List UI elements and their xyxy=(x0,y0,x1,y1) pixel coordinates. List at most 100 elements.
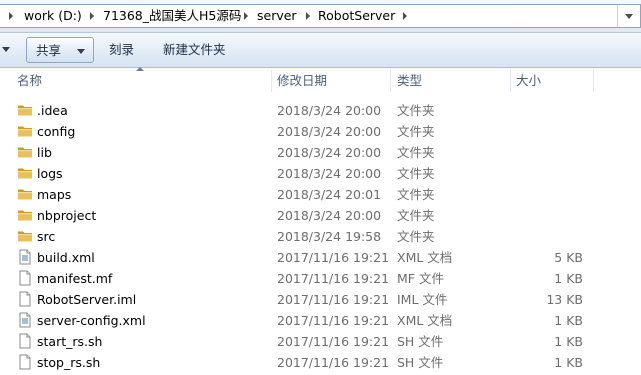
sort-ascending-icon xyxy=(136,67,144,71)
xml-file-icon xyxy=(17,249,33,265)
file-type: 文件夹 xyxy=(397,166,435,181)
file-name: config xyxy=(37,124,76,139)
breadcrumb[interactable]: work (D:) 71368_战国美人H5源码 server RobotSer… xyxy=(0,4,641,28)
file-modified-date: 2018/3/24 20:00 xyxy=(277,145,382,160)
file-row[interactable]: logs 2018/3/24 20:00 文件夹 xyxy=(0,163,641,184)
file-row[interactable]: manifest.mf 2017/11/16 19:21 MF 文件 1 KB xyxy=(0,268,641,289)
file-row[interactable]: build.xml 2017/11/16 19:21 XML 文档 5 KB xyxy=(0,247,641,268)
file-size: 13 KB xyxy=(546,292,583,307)
file-modified-date: 2017/11/16 19:21 xyxy=(277,334,390,349)
file-row[interactable]: stop_rs.sh 2017/11/16 19:21 SH 文件 1 KB xyxy=(0,352,641,373)
chevron-right-icon[interactable] xyxy=(403,12,407,20)
column-header-date[interactable]: 修改日期 xyxy=(277,68,327,94)
folder-icon xyxy=(17,123,33,139)
file-name: logs xyxy=(37,166,63,181)
share-button-label: 共享 xyxy=(36,43,62,58)
folder-icon xyxy=(17,102,33,118)
new-folder-button[interactable]: 新建文件夹 xyxy=(163,37,226,63)
file-name: build.xml xyxy=(37,250,95,265)
file-modified-date: 2018/3/24 20:00 xyxy=(277,208,382,223)
file-type: SH 文件 xyxy=(397,355,444,370)
share-button[interactable]: 共享 xyxy=(26,37,94,63)
command-toolbar: 共享 刻录 新建文件夹 xyxy=(0,33,641,68)
file-name: RobotServer.iml xyxy=(37,292,137,307)
file-row[interactable]: nbproject 2018/3/24 20:00 文件夹 xyxy=(0,205,641,226)
chevron-down-icon xyxy=(77,49,85,54)
file-name: src xyxy=(37,229,56,244)
folder-icon xyxy=(17,165,33,181)
file-type: XML 文档 xyxy=(397,250,453,265)
file-modified-date: 2018/3/24 20:00 xyxy=(277,124,382,139)
file-type: 文件夹 xyxy=(397,124,435,139)
column-divider[interactable] xyxy=(593,70,594,92)
file-row[interactable]: lib 2018/3/24 20:00 文件夹 xyxy=(0,142,641,163)
file-modified-date: 2017/11/16 19:21 xyxy=(277,271,390,286)
file-name: maps xyxy=(37,187,72,202)
file-type: 文件夹 xyxy=(397,103,435,118)
file-size: 1 KB xyxy=(554,271,583,286)
file-row[interactable]: config 2018/3/24 20:00 文件夹 xyxy=(0,121,641,142)
organize-dropdown-icon[interactable] xyxy=(2,47,10,52)
folder-icon xyxy=(17,228,33,244)
file-name: .idea xyxy=(37,103,68,118)
file-icon xyxy=(17,333,33,349)
file-modified-date: 2018/3/24 20:01 xyxy=(277,187,382,202)
file-name: lib xyxy=(37,145,52,160)
column-header-size[interactable]: 大小 xyxy=(516,68,541,94)
file-name: server-config.xml xyxy=(37,313,146,328)
file-modified-date: 2018/3/24 20:00 xyxy=(277,103,382,118)
file-icon xyxy=(17,291,33,307)
breadcrumb-item[interactable]: RobotServer xyxy=(318,5,395,27)
file-type: SH 文件 xyxy=(397,334,444,349)
xml-file-icon xyxy=(17,312,33,328)
column-divider[interactable] xyxy=(271,70,272,92)
file-modified-date: 2017/11/16 19:21 xyxy=(277,313,390,328)
address-bar: work (D:) 71368_战国美人H5源码 server RobotSer… xyxy=(0,0,641,33)
chevron-right-icon[interactable] xyxy=(306,12,310,20)
file-type: 文件夹 xyxy=(397,187,435,202)
column-divider[interactable] xyxy=(390,70,391,92)
folder-icon xyxy=(17,144,33,160)
file-icon xyxy=(17,354,33,370)
file-name: manifest.mf xyxy=(37,271,113,286)
file-type: 文件夹 xyxy=(397,229,435,244)
file-row[interactable]: start_rs.sh 2017/11/16 19:21 SH 文件 1 KB xyxy=(0,331,641,352)
column-header-row: 名称 修改日期 类型 大小 xyxy=(0,67,641,94)
file-row[interactable]: maps 2018/3/24 20:01 文件夹 xyxy=(0,184,641,205)
chevron-right-icon[interactable] xyxy=(244,12,248,20)
column-header-name[interactable]: 名称 xyxy=(17,68,42,94)
file-row[interactable]: RobotServer.iml 2017/11/16 19:21 IML 文件 13 … xyxy=(0,289,641,310)
file-icon xyxy=(17,270,33,286)
breadcrumb-item[interactable]: work (D:) xyxy=(24,5,82,27)
file-type: 文件夹 xyxy=(397,145,435,160)
file-name: stop_rs.sh xyxy=(37,355,101,370)
folder-icon xyxy=(17,207,33,223)
file-name: nbproject xyxy=(37,208,97,223)
file-size: 5 KB xyxy=(554,250,583,265)
file-row[interactable]: server-config.xml 2017/11/16 19:21 XML 文档 1… xyxy=(0,310,641,331)
file-size: 1 KB xyxy=(554,313,583,328)
column-divider[interactable] xyxy=(510,70,511,92)
file-row[interactable]: .idea 2018/3/24 20:00 文件夹 xyxy=(0,100,641,121)
file-type: IML 文件 xyxy=(397,292,448,307)
burn-button[interactable]: 刻录 xyxy=(109,37,134,63)
file-modified-date: 2018/3/24 20:00 xyxy=(277,166,382,181)
breadcrumb-item[interactable]: 71368_战国美人H5源码 xyxy=(103,5,241,27)
address-history-dropdown[interactable] xyxy=(617,5,640,27)
file-name: start_rs.sh xyxy=(37,334,103,349)
file-modified-date: 2018/3/24 19:58 xyxy=(277,229,382,244)
folder-icon xyxy=(17,186,33,202)
chevron-right-icon[interactable] xyxy=(9,12,13,20)
column-header-type[interactable]: 类型 xyxy=(397,68,422,94)
file-modified-date: 2017/11/16 19:21 xyxy=(277,250,390,265)
file-modified-date: 2017/11/16 19:21 xyxy=(277,355,390,370)
file-size: 1 KB xyxy=(554,334,583,349)
file-size: 1 KB xyxy=(554,355,583,370)
file-row[interactable]: src 2018/3/24 19:58 文件夹 xyxy=(0,226,641,247)
file-modified-date: 2017/11/16 19:21 xyxy=(277,292,390,307)
file-type: XML 文档 xyxy=(397,313,453,328)
chevron-right-icon[interactable] xyxy=(90,12,94,20)
file-type: MF 文件 xyxy=(397,271,444,286)
breadcrumb-item[interactable]: server xyxy=(257,5,297,27)
file-type: 文件夹 xyxy=(397,208,435,223)
